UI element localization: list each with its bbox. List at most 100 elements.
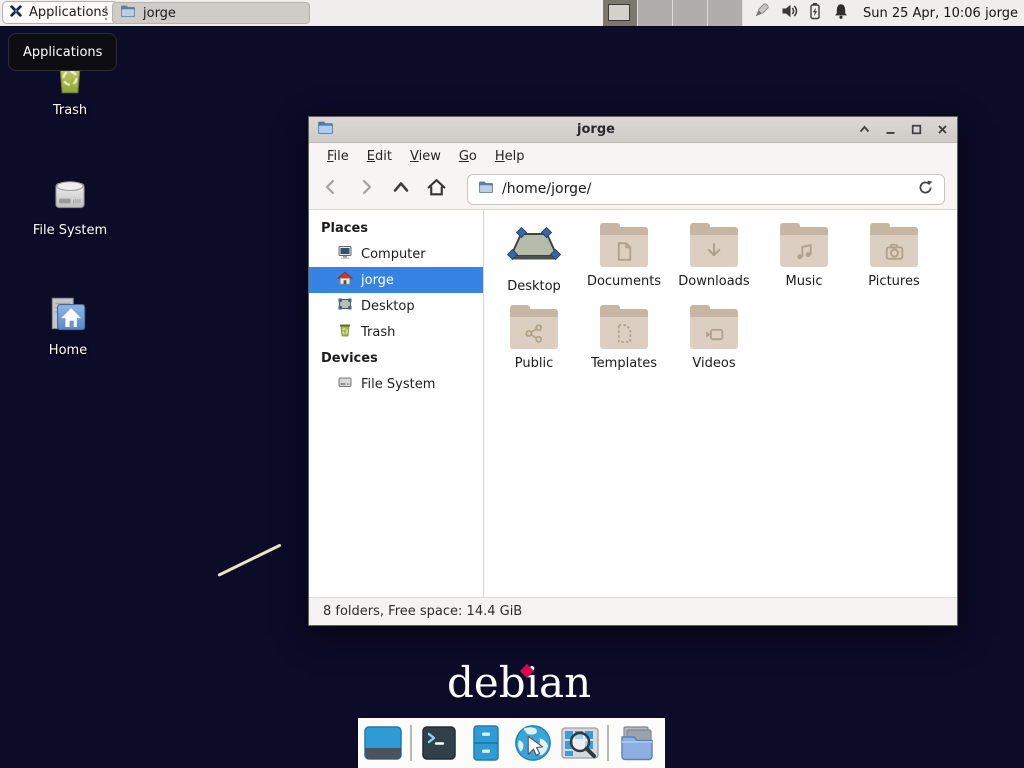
- menu-edit[interactable]: Edit: [358, 146, 401, 167]
- applications-menu-label: Applications: [29, 5, 108, 20]
- sidebar-item-trash[interactable]: Trash: [309, 319, 483, 345]
- file-item-pictures[interactable]: Pictures: [849, 222, 939, 294]
- desktop-icon-home[interactable]: Home: [20, 292, 116, 358]
- folder-documents-icon: [600, 227, 648, 267]
- folder-downloads-icon: [690, 227, 738, 267]
- file-item-videos[interactable]: Videos: [669, 304, 759, 371]
- sidebar-item-desktop[interactable]: Desktop: [309, 293, 483, 319]
- minimize-button[interactable]: [884, 123, 897, 136]
- file-manager-icon[interactable]: [616, 723, 656, 763]
- window-body: Places Computer jorge Desktop Trash Devi…: [309, 210, 957, 597]
- menu-help[interactable]: Help: [486, 146, 534, 167]
- file-label: Public: [515, 356, 553, 371]
- show-desktop-icon[interactable]: [363, 723, 403, 763]
- workspace-1[interactable]: [603, 0, 638, 26]
- menu-view[interactable]: View: [401, 146, 450, 167]
- file-grid: Desktop Documents Downloads Music Pictur…: [484, 210, 957, 597]
- folder-public-icon: [510, 309, 558, 349]
- window-titlebar[interactable]: jorge: [309, 117, 957, 143]
- desktop-pad-icon: [507, 224, 561, 272]
- home-icon: [337, 270, 353, 290]
- menu-go[interactable]: Go: [450, 146, 486, 167]
- system-tray: [751, 0, 850, 26]
- sidebar-item-label: Trash: [361, 325, 395, 340]
- file-label: Desktop: [507, 279, 561, 294]
- desktop-line-artifact: [217, 543, 281, 576]
- menu-file[interactable]: File: [318, 146, 358, 167]
- drive-icon: [22, 172, 118, 218]
- applications-tooltip: Applications: [8, 33, 117, 71]
- workspace-4[interactable]: [708, 0, 743, 26]
- status-text: 8 folders, Free space: 14.4 GiB: [323, 604, 522, 619]
- reload-button[interactable]: [917, 179, 934, 200]
- debian-logo-text: debian: [447, 658, 591, 707]
- file-label: Music: [786, 274, 823, 289]
- menu-bar: File Edit View Go Help: [309, 143, 957, 169]
- window-folder-icon: [317, 119, 334, 140]
- file-label: Pictures: [868, 274, 919, 289]
- app-finder-icon[interactable]: [560, 723, 600, 763]
- sidebar-item-jorge[interactable]: jorge: [309, 267, 483, 293]
- status-bar: 8 folders, Free space: 14.4 GiB: [309, 597, 957, 625]
- bottom-dock: [358, 718, 665, 768]
- stylus-tool-icon[interactable]: [751, 1, 771, 25]
- workspace-window-thumb: [608, 4, 630, 21]
- sidebar-header-devices: Devices: [309, 345, 483, 371]
- drive-icon: [337, 374, 353, 394]
- desktop-icon-label: Trash: [22, 103, 118, 118]
- close-button[interactable]: [936, 123, 949, 136]
- file-item-downloads[interactable]: Downloads: [669, 222, 759, 294]
- maximize-button[interactable]: [910, 123, 923, 136]
- workspace-switcher: [603, 0, 743, 26]
- volume-icon[interactable]: [780, 2, 798, 24]
- file-label: Downloads: [678, 274, 749, 289]
- sidebar-header-places: Places: [309, 215, 483, 241]
- file-item-desktop[interactable]: Desktop: [489, 222, 579, 294]
- file-manager-window: jorge File Edit View Go Help /home/jorge…: [308, 116, 958, 626]
- file-label: Videos: [692, 356, 735, 371]
- xfce-applications-icon: [8, 3, 24, 23]
- web-browser-icon[interactable]: [513, 723, 553, 763]
- sidebar-item-computer[interactable]: Computer: [309, 241, 483, 267]
- window-title: jorge: [342, 122, 850, 137]
- file-item-public[interactable]: Public: [489, 304, 579, 371]
- location-bar[interactable]: /home/jorge/: [467, 174, 945, 205]
- sidebar-item-file-system[interactable]: File System: [309, 371, 483, 397]
- panel-grip-handle[interactable]: [105, 6, 109, 20]
- sidebar-item-label: Computer: [361, 247, 426, 262]
- workspace-3[interactable]: [673, 0, 708, 26]
- sidebar-item-label: File System: [361, 377, 435, 392]
- forward-button[interactable]: [356, 177, 376, 201]
- panel-user-label: jorge: [985, 0, 1018, 26]
- taskbar-window-button[interactable]: jorge: [112, 2, 310, 24]
- desktop-icon-file-system[interactable]: File System: [22, 172, 118, 238]
- desktop-icon-label: Home: [20, 343, 116, 358]
- folder-icon: [120, 3, 136, 23]
- battery-charging-icon[interactable]: [807, 2, 823, 24]
- bell-notification-icon[interactable]: [832, 2, 850, 24]
- terminal-icon[interactable]: [419, 723, 459, 763]
- computer-icon: [337, 244, 353, 264]
- toolbar: /home/jorge/: [309, 169, 957, 210]
- applications-menu-button[interactable]: Applications: [2, 1, 118, 24]
- shade-button[interactable]: [858, 123, 871, 136]
- workspace-2[interactable]: [638, 0, 673, 26]
- sidebar: Places Computer jorge Desktop Trash Devi…: [309, 210, 484, 597]
- home-button[interactable]: [426, 177, 447, 202]
- panel-clock[interactable]: Sun 25 Apr, 10:06: [863, 0, 981, 26]
- folder-icon: [478, 179, 494, 199]
- folder-templates-icon: [600, 309, 648, 349]
- file-item-templates[interactable]: Templates: [579, 304, 669, 371]
- desktop-icon-label: File System: [22, 223, 118, 238]
- folder-videos-icon: [690, 309, 738, 349]
- file-cabinet-icon[interactable]: [466, 723, 506, 763]
- back-button[interactable]: [321, 177, 341, 201]
- debian-logo: debian: [447, 658, 591, 707]
- file-item-music[interactable]: Music: [759, 222, 849, 294]
- folder-pictures-icon: [870, 227, 918, 267]
- up-button[interactable]: [391, 177, 411, 201]
- file-item-documents[interactable]: Documents: [579, 222, 669, 294]
- sidebar-item-label: jorge: [361, 273, 394, 288]
- sidebar-item-label: Desktop: [361, 299, 415, 314]
- location-path[interactable]: /home/jorge/: [502, 181, 909, 197]
